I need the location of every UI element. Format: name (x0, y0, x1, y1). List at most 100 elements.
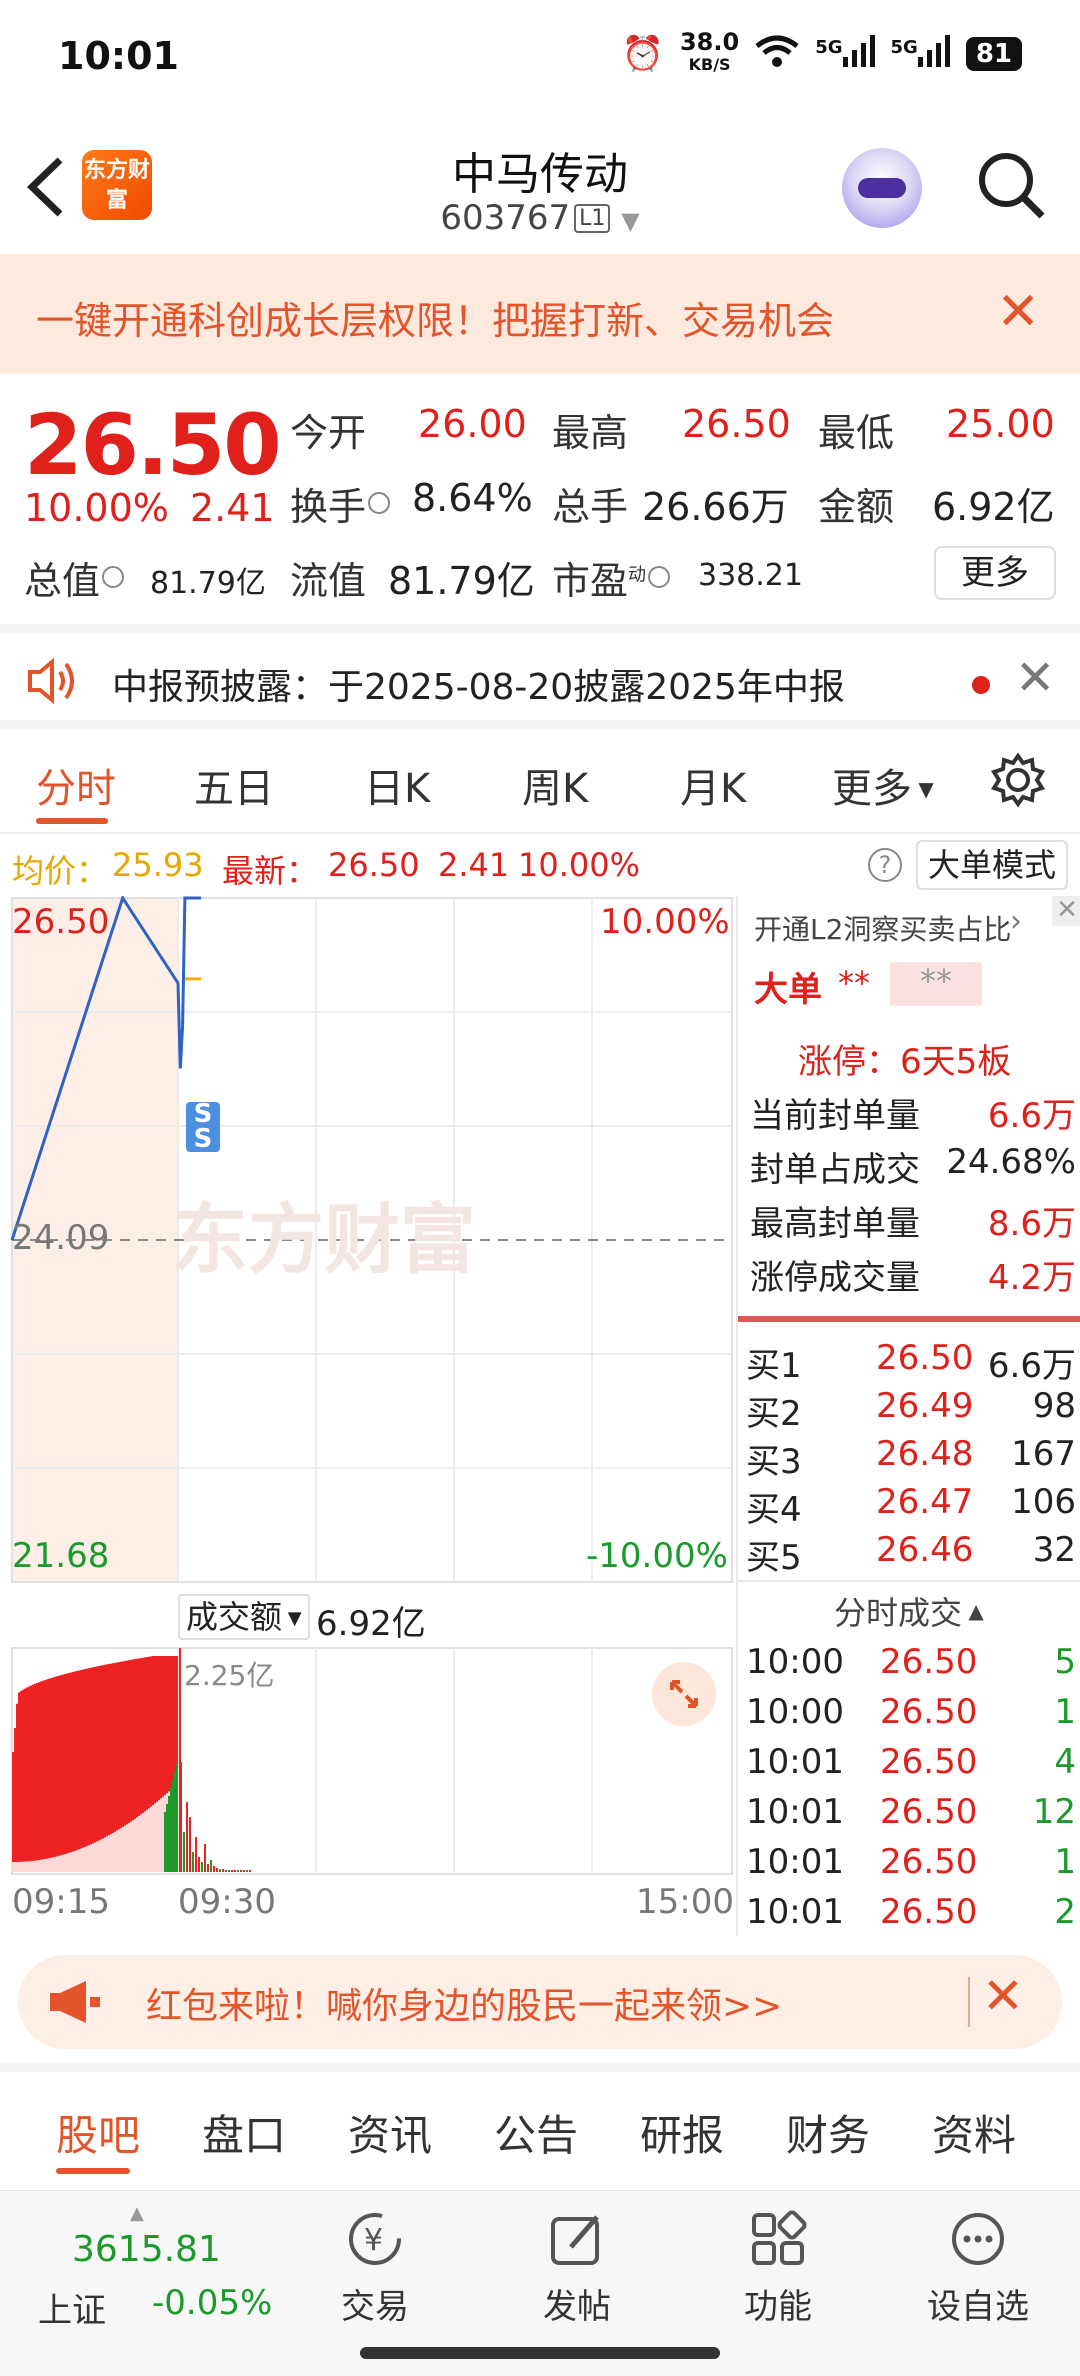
turnover-label[interactable]: 换手 (290, 476, 391, 531)
dropdown-icon: ▼ (621, 207, 640, 235)
volume-bar-overlay (114, 1831, 116, 1872)
volume-bar (166, 1804, 168, 1872)
trade-button[interactable]: ¥ 交易 (305, 2209, 445, 2328)
tab-more[interactable]: 更多 ▼ (832, 756, 934, 814)
volume-bar-overlay (116, 1830, 118, 1872)
pe-label[interactable]: 市盈动 (552, 550, 671, 605)
volume-bar (68, 1672, 70, 1872)
stat-value: 8.6万 (987, 1204, 1076, 1244)
volume-type-selector[interactable]: 成交额 ▼ (178, 1594, 310, 1640)
tab-handicap[interactable]: 盘口 (202, 2102, 286, 2163)
tab-monthly-k[interactable]: 月K (680, 756, 746, 814)
permission-banner[interactable]: 一键开通科创成长层权限！把握打新、交易机会 ✕ (0, 254, 1080, 374)
tick-time: 10:01 (746, 1892, 844, 1932)
volume-bar (213, 1866, 215, 1872)
volume-bar-overlay (92, 1843, 94, 1872)
intraday-chart[interactable]: 东方财富 26.50 10.00% 24.09 21.68 -10.00% SS… (0, 896, 736, 1936)
post-label: 发帖 (543, 2287, 611, 2327)
volume-bar (22, 1689, 24, 1872)
latest-label: 最新： (222, 852, 319, 890)
ticks-title[interactable]: 分时成交 ▲ (834, 1588, 984, 1634)
add-watchlist-button[interactable]: 设自选 (908, 2209, 1048, 2328)
ob-qty: 98 (1032, 1386, 1076, 1426)
volume-bar (32, 1684, 34, 1872)
tab-profile[interactable]: 资料 (932, 2102, 1016, 2163)
volume-bar-overlay (12, 1862, 14, 1872)
tick-price: 26.50 (880, 1842, 978, 1882)
divider (968, 1977, 970, 2027)
tab-forum[interactable]: 股吧 (56, 2102, 140, 2163)
y-axis-high-price: 26.50 (12, 902, 110, 942)
tab-daily-k[interactable]: 日K (364, 756, 430, 814)
volume-bar-overlay (156, 1801, 158, 1872)
volume-bar-overlay (52, 1857, 54, 1872)
tab-intraday[interactable]: 分时 (36, 756, 116, 814)
volume-bar-overlay (14, 1861, 16, 1872)
edit-icon (547, 2209, 607, 2269)
mktcap-label[interactable]: 总值 (24, 550, 125, 605)
tab-news[interactable]: 资讯 (348, 2102, 432, 2163)
volume-bar-overlay (108, 1835, 110, 1872)
volume-bar-overlay (58, 1855, 60, 1872)
close-icon[interactable]: ✕ (996, 282, 1040, 342)
tick-time: 10:01 (746, 1792, 844, 1832)
amount-value: 6.92亿 (932, 485, 1055, 529)
divider (738, 1316, 1080, 1322)
volume-bar (231, 1870, 233, 1872)
post-button[interactable]: 发帖 (507, 2209, 647, 2328)
tab-more-label: 更多 (832, 766, 912, 812)
l2-link[interactable]: 开通L2洞察买卖占比 › (738, 896, 1080, 952)
sell-marker[interactable]: SS (186, 1101, 220, 1152)
big-order-mode-button[interactable]: 大单模式 (916, 840, 1068, 890)
big-order-label: 大单 (754, 970, 822, 1010)
expand-icon[interactable] (652, 1662, 716, 1726)
volume-bar (228, 1870, 230, 1872)
assistant-robot-icon[interactable] (842, 148, 922, 228)
stat-label: 当前封单量 (750, 1096, 920, 1136)
close-icon[interactable]: ✕ (982, 1967, 1024, 2025)
ob-price: 26.50 (876, 1338, 974, 1378)
bottom-toolbar: ▲ 3615.81 上证 -0.05% ¥ 交易 发帖 功能 设自选 (0, 2190, 1080, 2376)
more-button[interactable]: 更多 (934, 546, 1056, 600)
volume-bar (183, 1832, 185, 1872)
close-icon[interactable]: ✕ (1015, 650, 1055, 706)
volume-bar-overlay (138, 1815, 140, 1872)
home-indicator (360, 2347, 720, 2359)
info-icon (102, 566, 125, 588)
volume-bar-overlay (142, 1812, 144, 1872)
settings-gear-icon[interactable] (990, 752, 1046, 812)
tick-qty: 1 (1054, 1692, 1076, 1732)
volume-bar-overlay (80, 1848, 82, 1872)
low-label: 最低 (818, 411, 895, 455)
index-ticker[interactable]: ▲ 3615.81 上证 -0.05% (30, 2203, 290, 2333)
notice-bar[interactable]: 中报预披露：于2025-08-20披露2025年中报 ✕ (0, 624, 1080, 730)
low-value: 25.00 (946, 402, 1055, 446)
limit-up-title: 涨停：6天5板 (798, 1042, 1012, 1082)
net-speed-unit: KB/S (688, 55, 731, 74)
function-button[interactable]: 功能 (708, 2209, 848, 2328)
tab-announcements[interactable]: 公告 (494, 2102, 578, 2163)
stat-value: 6.6万 (987, 1096, 1076, 1136)
dropdown-icon: ▼ (282, 1608, 302, 1629)
search-icon[interactable] (976, 150, 1046, 224)
volume-bar-overlay (66, 1853, 68, 1872)
volume-bar (78, 1670, 80, 1872)
volume-bar (192, 1852, 194, 1872)
stat-label: 封单占成交 (750, 1150, 920, 1190)
tab-five-day[interactable]: 五日 (194, 756, 274, 814)
tab-weekly-k[interactable]: 周K (522, 756, 588, 814)
tick-price: 26.50 (880, 1892, 978, 1932)
close-icon[interactable]: ✕ (1052, 896, 1080, 926)
wifi-icon (755, 34, 799, 74)
stat-row: 封单占成交 24.68% (750, 1142, 1076, 1191)
red-packet-banner[interactable]: 红包来啦！喊你身边的股民一起来领>> ✕ (18, 1955, 1062, 2049)
tab-finance[interactable]: 财务 (786, 2102, 870, 2163)
megaphone-icon (46, 1977, 102, 2031)
volume-bar-overlay (64, 1854, 66, 1872)
help-icon[interactable]: ? (868, 848, 902, 882)
volume-value: 26.66万 (642, 485, 789, 529)
stat-row: 最高封单量 8.6万 (750, 1196, 1076, 1245)
tab-research[interactable]: 研报 (640, 2102, 724, 2163)
volume-bar-overlay (136, 1817, 138, 1872)
volume-bar (84, 1669, 86, 1872)
